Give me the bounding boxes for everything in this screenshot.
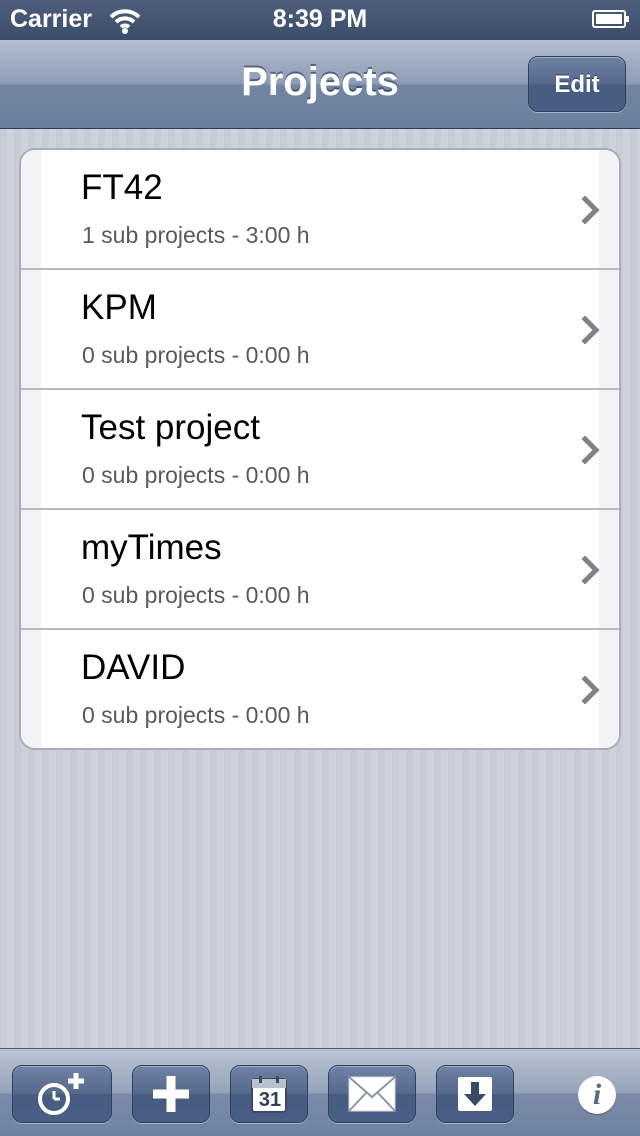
add-timer-button[interactable] xyxy=(12,1065,112,1123)
chevron-right-icon xyxy=(581,436,600,464)
project-row-ft42[interactable]: FT42 1 sub projects - 3:00 h xyxy=(21,150,619,270)
project-row-test-project[interactable]: Test project 0 sub projects - 0:00 h xyxy=(21,390,619,510)
info-icon: i xyxy=(592,1078,602,1111)
battery-icon xyxy=(592,10,629,28)
project-name: FT42 xyxy=(81,168,163,207)
status-bar: Carrier 8:39 PM xyxy=(0,0,640,40)
status-time: 8:39 PM xyxy=(272,5,368,33)
bottom-toolbar: 31 xyxy=(0,1048,640,1136)
calendar-button[interactable]: 31 xyxy=(230,1065,308,1123)
project-detail: 1 sub projects - 3:00 h xyxy=(82,222,310,248)
chevron-right-icon xyxy=(581,556,600,584)
project-name: DAVID xyxy=(81,648,186,687)
project-name: myTimes xyxy=(81,528,222,567)
calendar-day-label: 31 xyxy=(258,1089,282,1111)
mail-icon xyxy=(348,1076,396,1112)
add-timer-icon xyxy=(38,1073,84,1115)
navigation-bar: Projects Edit xyxy=(0,40,640,129)
chevron-right-icon xyxy=(581,316,600,344)
chevron-right-icon xyxy=(581,196,600,224)
project-row-david[interactable]: DAVID 0 sub projects - 0:00 h xyxy=(21,630,619,748)
chevron-right-icon xyxy=(581,676,600,704)
project-detail: 0 sub projects - 0:00 h xyxy=(82,582,310,608)
project-row-mytimes[interactable]: myTimes 0 sub projects - 0:00 h xyxy=(21,510,619,630)
edit-button[interactable]: Edit xyxy=(528,56,626,112)
info-button[interactable]: i xyxy=(578,1076,616,1114)
project-row-kpm[interactable]: KPM 0 sub projects - 0:00 h xyxy=(21,270,619,390)
download-icon xyxy=(458,1077,492,1111)
download-button[interactable] xyxy=(436,1065,514,1123)
mail-button[interactable] xyxy=(328,1065,416,1123)
project-name: KPM xyxy=(81,288,157,327)
plus-icon xyxy=(153,1076,189,1112)
project-detail: 0 sub projects - 0:00 h xyxy=(82,342,310,368)
project-name: Test project xyxy=(81,408,260,447)
project-detail: 0 sub projects - 0:00 h xyxy=(82,702,310,728)
add-project-button[interactable] xyxy=(132,1065,210,1123)
project-detail: 0 sub projects - 0:00 h xyxy=(82,462,310,488)
project-list: FT42 1 sub projects - 3:00 h KPM 0 sub p… xyxy=(19,148,621,750)
